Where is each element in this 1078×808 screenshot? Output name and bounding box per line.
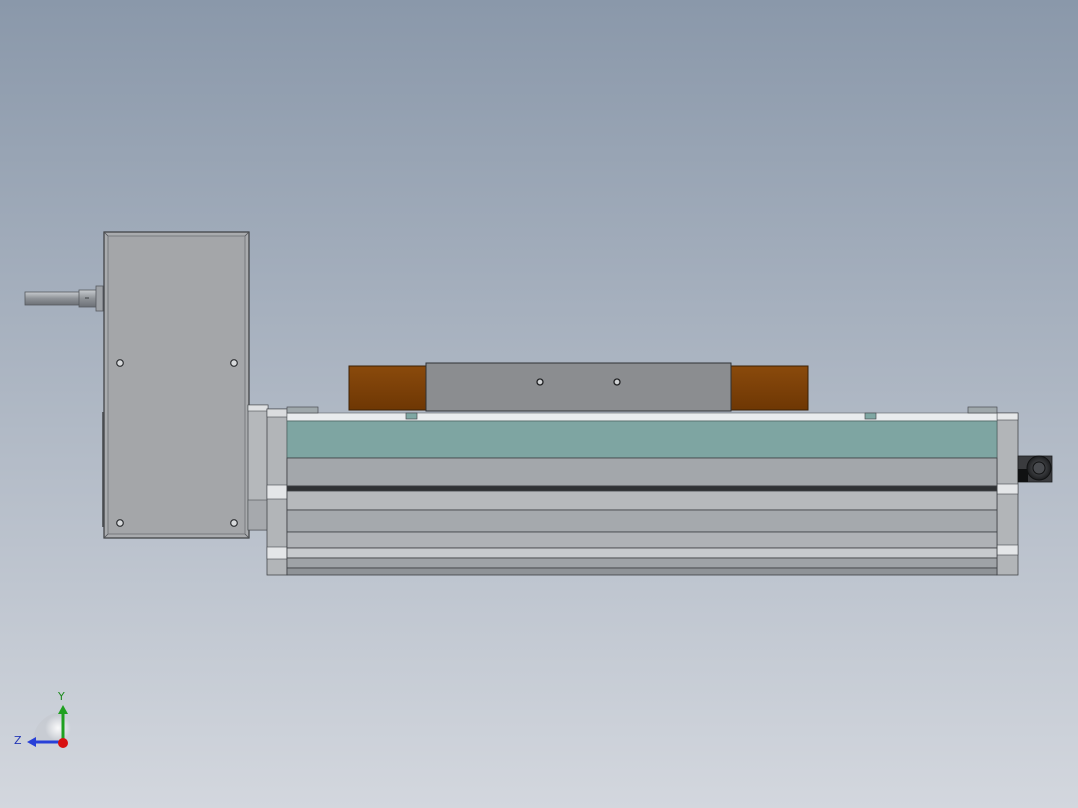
rail-left-end-plate — [266, 408, 288, 576]
rail-top-edge — [286, 412, 998, 422]
carriage-end-block-right[interactable] — [730, 365, 809, 411]
linear-rail-module[interactable] — [266, 406, 1019, 576]
triad-origin-x — [58, 738, 68, 748]
rail-right-end-plate — [996, 412, 1019, 576]
rail-top-cover[interactable] — [286, 420, 998, 459]
triad-y-label: Y — [57, 690, 65, 703]
motor-rail-coupling — [247, 404, 269, 531]
rail-body[interactable] — [286, 457, 998, 576]
carriage-plate[interactable] — [425, 362, 732, 412]
cad-graphics-viewport[interactable]: Y Z — [0, 0, 1078, 808]
carriage-end-block-left[interactable] — [348, 365, 427, 411]
carriage-assembly[interactable] — [348, 362, 809, 412]
triad-z-label: Z — [14, 734, 22, 747]
end-cap-connector[interactable] — [1017, 455, 1053, 483]
motor-housing[interactable] — [103, 231, 250, 539]
